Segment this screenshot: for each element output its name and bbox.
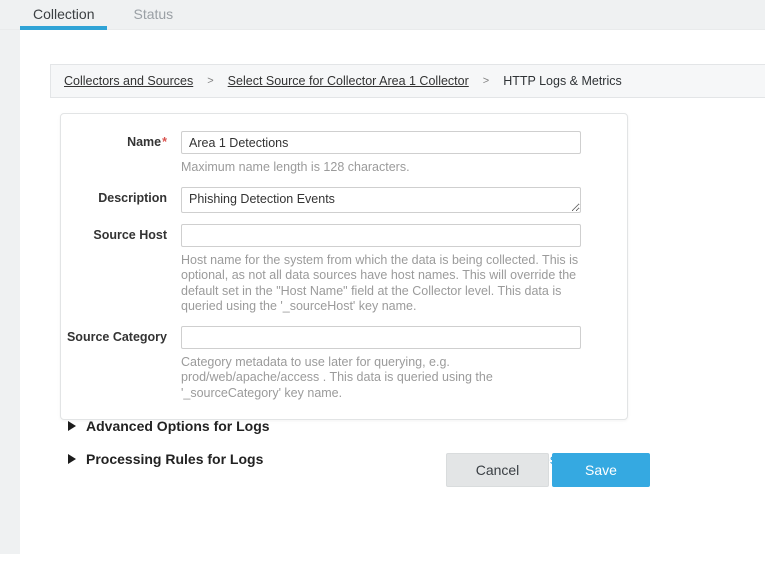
source-host-label: Source Host bbox=[61, 224, 181, 315]
breadcrumb: Collectors and Sources > Select Source f… bbox=[50, 64, 765, 98]
description-textarea[interactable]: Phishing Detection Events bbox=[181, 187, 581, 213]
tab-bar: Collection Status bbox=[0, 0, 765, 30]
source-category-label: Source Category bbox=[61, 326, 181, 402]
source-host-input[interactable] bbox=[181, 224, 581, 247]
description-label: Description bbox=[61, 187, 181, 213]
advanced-options-title: Advanced Options for Logs bbox=[86, 418, 270, 434]
page-background-strip bbox=[0, 30, 20, 554]
name-field-row: Name* Maximum name length is 128 charact… bbox=[61, 131, 627, 176]
description-field-row: Description Phishing Detection Events bbox=[61, 187, 627, 213]
breadcrumb-current-page: HTTP Logs & Metrics bbox=[503, 74, 622, 88]
breadcrumb-separator-icon: > bbox=[483, 75, 489, 87]
source-category-field-row: Source Category Category metadata to use… bbox=[61, 326, 627, 402]
source-config-form: Name* Maximum name length is 128 charact… bbox=[60, 113, 628, 420]
section-advanced-options[interactable]: Advanced Options for Logs bbox=[60, 417, 630, 435]
source-category-input[interactable] bbox=[181, 326, 581, 349]
name-label: Name* bbox=[61, 131, 181, 176]
tab-collection[interactable]: Collection bbox=[20, 0, 107, 29]
source-category-helper-text: Category metadata to use later for query… bbox=[181, 355, 581, 402]
form-actions: Cancel Save bbox=[60, 453, 650, 487]
expand-arrow-icon bbox=[68, 421, 76, 431]
name-helper-text: Maximum name length is 128 characters. bbox=[181, 160, 581, 176]
breadcrumb-link-select-source[interactable]: Select Source for Collector Area 1 Colle… bbox=[228, 74, 469, 88]
main-panel: Collectors and Sources > Select Source f… bbox=[20, 30, 765, 567]
tab-status-label: Status bbox=[133, 6, 173, 22]
tab-status[interactable]: Status bbox=[120, 0, 186, 29]
source-host-helper-text: Host name for the system from which the … bbox=[181, 253, 581, 315]
cancel-button[interactable]: Cancel bbox=[446, 453, 549, 487]
breadcrumb-separator-icon: > bbox=[207, 75, 213, 87]
breadcrumb-link-collectors-and-sources[interactable]: Collectors and Sources bbox=[64, 74, 193, 88]
save-button[interactable]: Save bbox=[552, 453, 650, 487]
tab-collection-label: Collection bbox=[33, 6, 94, 22]
name-input[interactable] bbox=[181, 131, 581, 154]
source-host-field-row: Source Host Host name for the system fro… bbox=[61, 224, 627, 315]
required-asterisk: * bbox=[162, 135, 167, 149]
